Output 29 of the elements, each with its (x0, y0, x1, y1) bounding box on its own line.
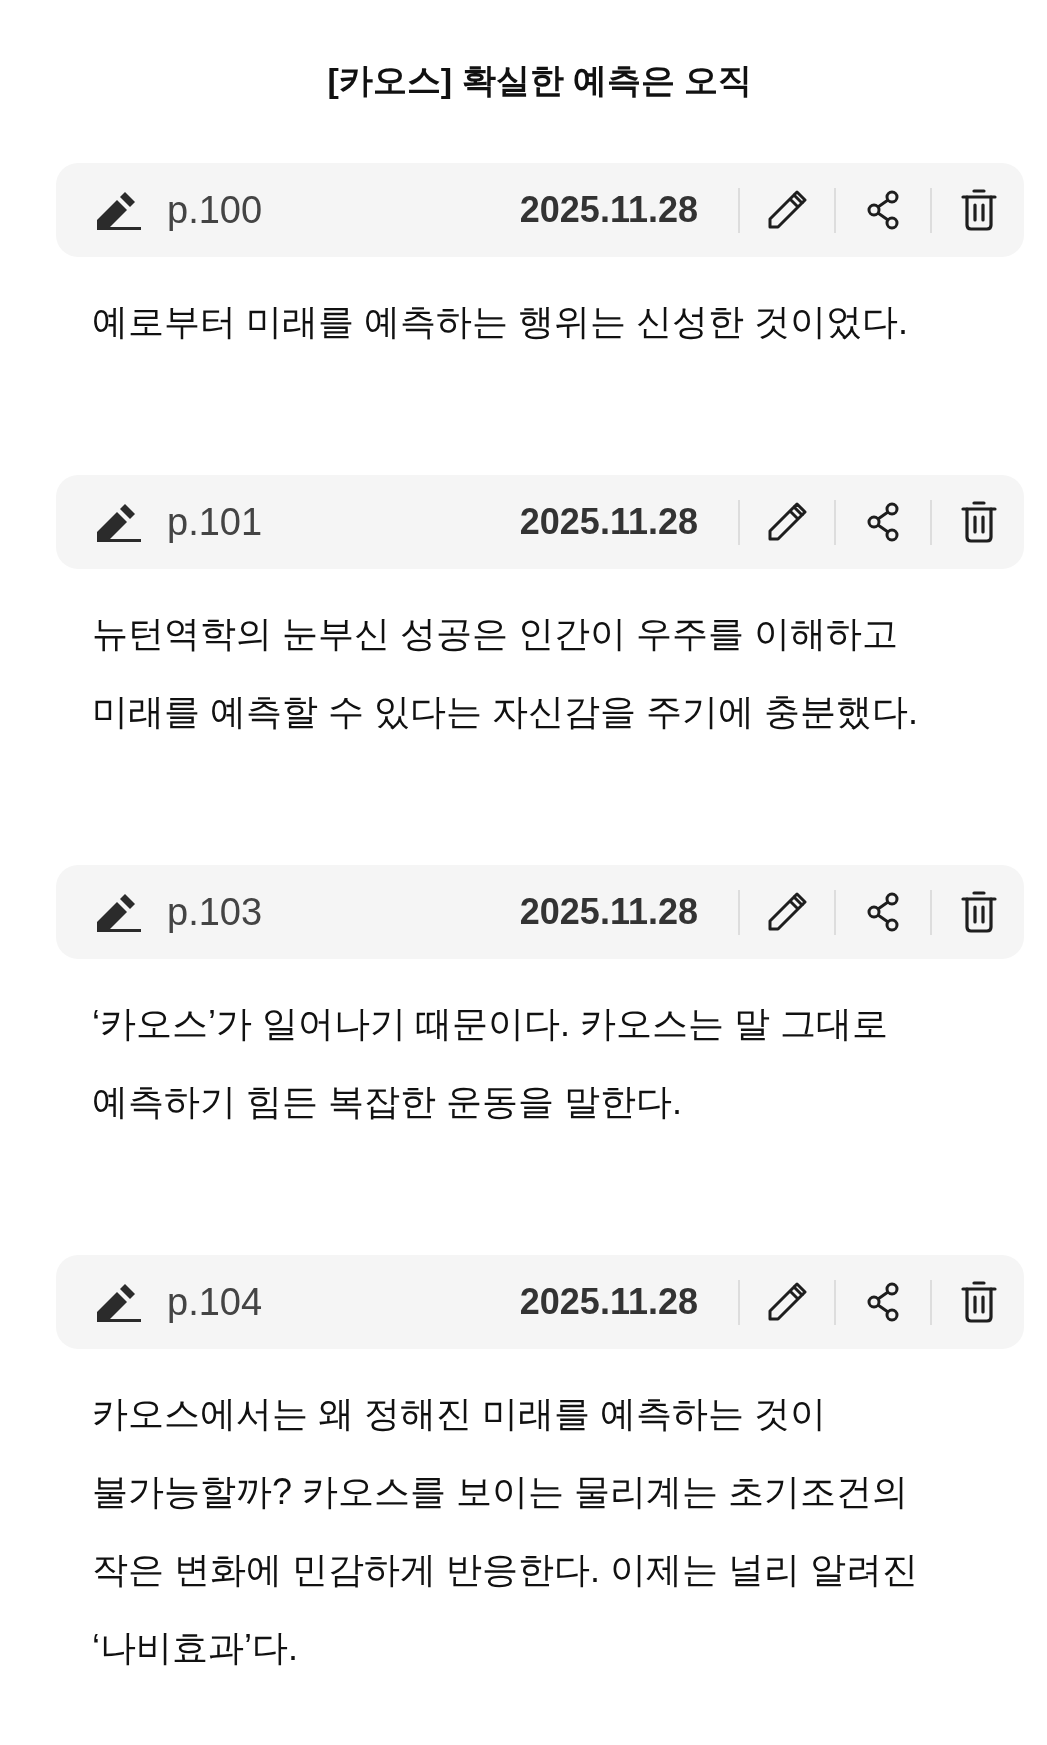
note-text: ‘카오스’가 일어나기 때문이다. 카오스는 말 그대로 예측하기 힘든 복잡한 운동을 말한다. (91, 1002, 889, 1124)
pencil-underline-icon (97, 190, 141, 230)
trash-icon (961, 189, 997, 231)
pencil-icon (767, 1282, 807, 1322)
pencil-icon (767, 892, 807, 932)
share-icon (867, 502, 899, 542)
page-title: [카오스] 확실한 예측은 오직 (326, 60, 754, 101)
trash-icon (961, 1281, 997, 1323)
pencil-underline-icon (97, 1282, 141, 1322)
pencil-icon (767, 190, 807, 230)
page-label: p.104 (167, 1280, 263, 1324)
trash-icon (961, 501, 997, 543)
page-label: p.100 (167, 188, 263, 232)
share-icon (867, 190, 899, 230)
trash-icon (961, 891, 997, 933)
share-icon (867, 892, 899, 932)
pencil-icon (767, 502, 807, 542)
date-label: 2025.11.28 (519, 501, 698, 543)
note-text: 뉴턴역학의 눈부신 성공은 인간이 우주를 이해하고 미래를 예측할 수 있다는 자신감을 주기에 충분했다. (91, 612, 919, 734)
pencil-underline-icon (97, 892, 141, 932)
page-label: p.101 (167, 500, 263, 544)
pencil-underline-icon (97, 502, 141, 542)
note-text: 예로부터 미래를 예측하는 행위는 신성한 것이었다. (91, 300, 909, 344)
page-label: p.103 (167, 890, 263, 934)
date-label: 2025.11.28 (519, 891, 698, 933)
share-icon (867, 1282, 899, 1322)
note-text: 카오스에서는 왜 정해진 미래를 예측하는 것이 불가능할까? 카오스를 보이는 물리계는 초기조건의 작은 변화에 민감하게 반응한다. 이제는 널리 알려진 ‘나비효과’다. (91, 1392, 919, 1670)
date-label: 2025.11.28 (519, 1281, 698, 1323)
date-label: 2025.11.28 (519, 189, 698, 231)
